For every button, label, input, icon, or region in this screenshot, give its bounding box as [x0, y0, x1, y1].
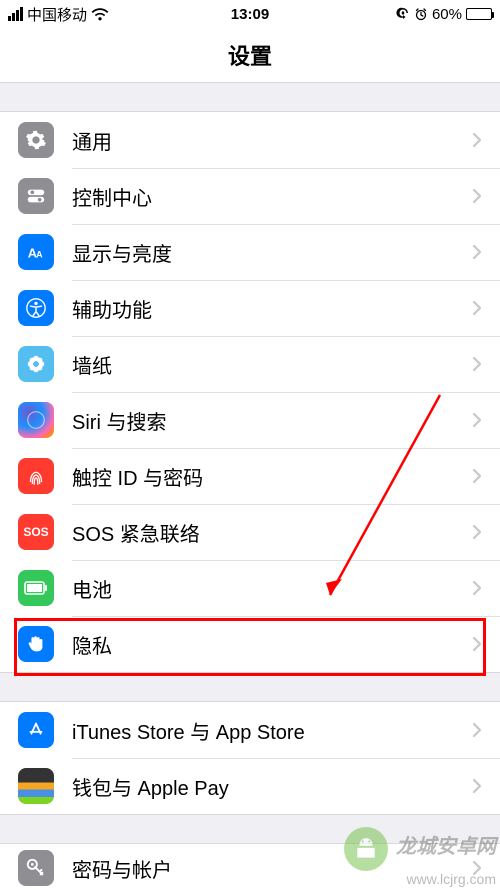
row-label: 显示与亮度	[72, 238, 472, 267]
row-sos[interactable]: SOS SOS 紧急联络	[0, 504, 500, 560]
alarm-icon	[414, 7, 428, 21]
wallet-icon	[18, 768, 54, 804]
row-label: 触控 ID 与密码	[72, 462, 472, 491]
chevron-right-icon	[472, 244, 482, 260]
gear-icon	[18, 122, 54, 158]
chevron-right-icon	[472, 778, 482, 794]
row-battery[interactable]: 电池	[0, 560, 500, 616]
chevron-right-icon	[472, 580, 482, 596]
row-label: 辅助功能	[72, 294, 472, 323]
row-label: 控制中心	[72, 182, 472, 211]
orientation-lock-icon	[396, 7, 410, 21]
row-label: 密码与帐户	[72, 854, 472, 883]
row-wallet[interactable]: 钱包与 Apple Pay	[0, 758, 500, 814]
row-passwords[interactable]: 密码与帐户	[0, 844, 500, 889]
settings-group-3: 密码与帐户	[0, 843, 500, 889]
row-label: 通用	[72, 126, 472, 155]
status-time: 13:09	[169, 6, 330, 23]
accessibility-icon	[18, 290, 54, 326]
row-accessibility[interactable]: 辅助功能	[0, 280, 500, 336]
row-label: 墙纸	[72, 350, 472, 379]
row-control-center[interactable]: 控制中心	[0, 168, 500, 224]
battery-icon	[466, 8, 492, 20]
toggle-icon	[18, 178, 54, 214]
row-label: 钱包与 Apple Pay	[72, 772, 472, 801]
settings-group-1: 通用 控制中心 AA 显示与亮度 辅助功能	[0, 111, 500, 673]
siri-icon	[18, 402, 54, 438]
battery-percent: 60%	[432, 6, 462, 23]
fingerprint-icon	[18, 458, 54, 494]
row-itunes[interactable]: iTunes Store 与 App Store	[0, 702, 500, 758]
chevron-right-icon	[472, 860, 482, 876]
row-touchid[interactable]: 触控 ID 与密码	[0, 448, 500, 504]
status-bar: 中国移动 13:09 60%	[0, 0, 500, 28]
chevron-right-icon	[472, 468, 482, 484]
row-display[interactable]: AA 显示与亮度	[0, 224, 500, 280]
chevron-right-icon	[472, 524, 482, 540]
row-siri[interactable]: Siri 与搜索	[0, 392, 500, 448]
settings-group-2: iTunes Store 与 App Store 钱包与 Apple Pay	[0, 701, 500, 815]
key-icon	[18, 850, 54, 886]
wifi-icon	[91, 8, 109, 21]
chevron-right-icon	[472, 636, 482, 652]
row-wallpaper[interactable]: 墙纸	[0, 336, 500, 392]
carrier-label: 中国移动	[27, 4, 87, 25]
row-label: Siri 与搜索	[72, 406, 472, 435]
battery-row-icon	[18, 570, 54, 606]
text-size-icon: AA	[18, 234, 54, 270]
chevron-right-icon	[472, 188, 482, 204]
chevron-right-icon	[472, 356, 482, 372]
sos-icon: SOS	[18, 514, 54, 550]
page-title: 设置	[228, 39, 272, 71]
svg-text:A: A	[36, 250, 43, 260]
flower-icon	[18, 346, 54, 382]
row-label: SOS 紧急联络	[72, 518, 472, 547]
row-general[interactable]: 通用	[0, 112, 500, 168]
chevron-right-icon	[472, 300, 482, 316]
row-label: 隐私	[72, 630, 472, 659]
signal-icon	[8, 7, 23, 21]
row-privacy[interactable]: 隐私	[0, 616, 500, 672]
chevron-right-icon	[472, 412, 482, 428]
row-label: 电池	[72, 574, 472, 603]
chevron-right-icon	[472, 722, 482, 738]
chevron-right-icon	[472, 132, 482, 148]
appstore-icon	[18, 712, 54, 748]
row-label: iTunes Store 与 App Store	[72, 716, 472, 745]
page-title-bar: 设置	[0, 28, 500, 83]
hand-icon	[18, 626, 54, 662]
